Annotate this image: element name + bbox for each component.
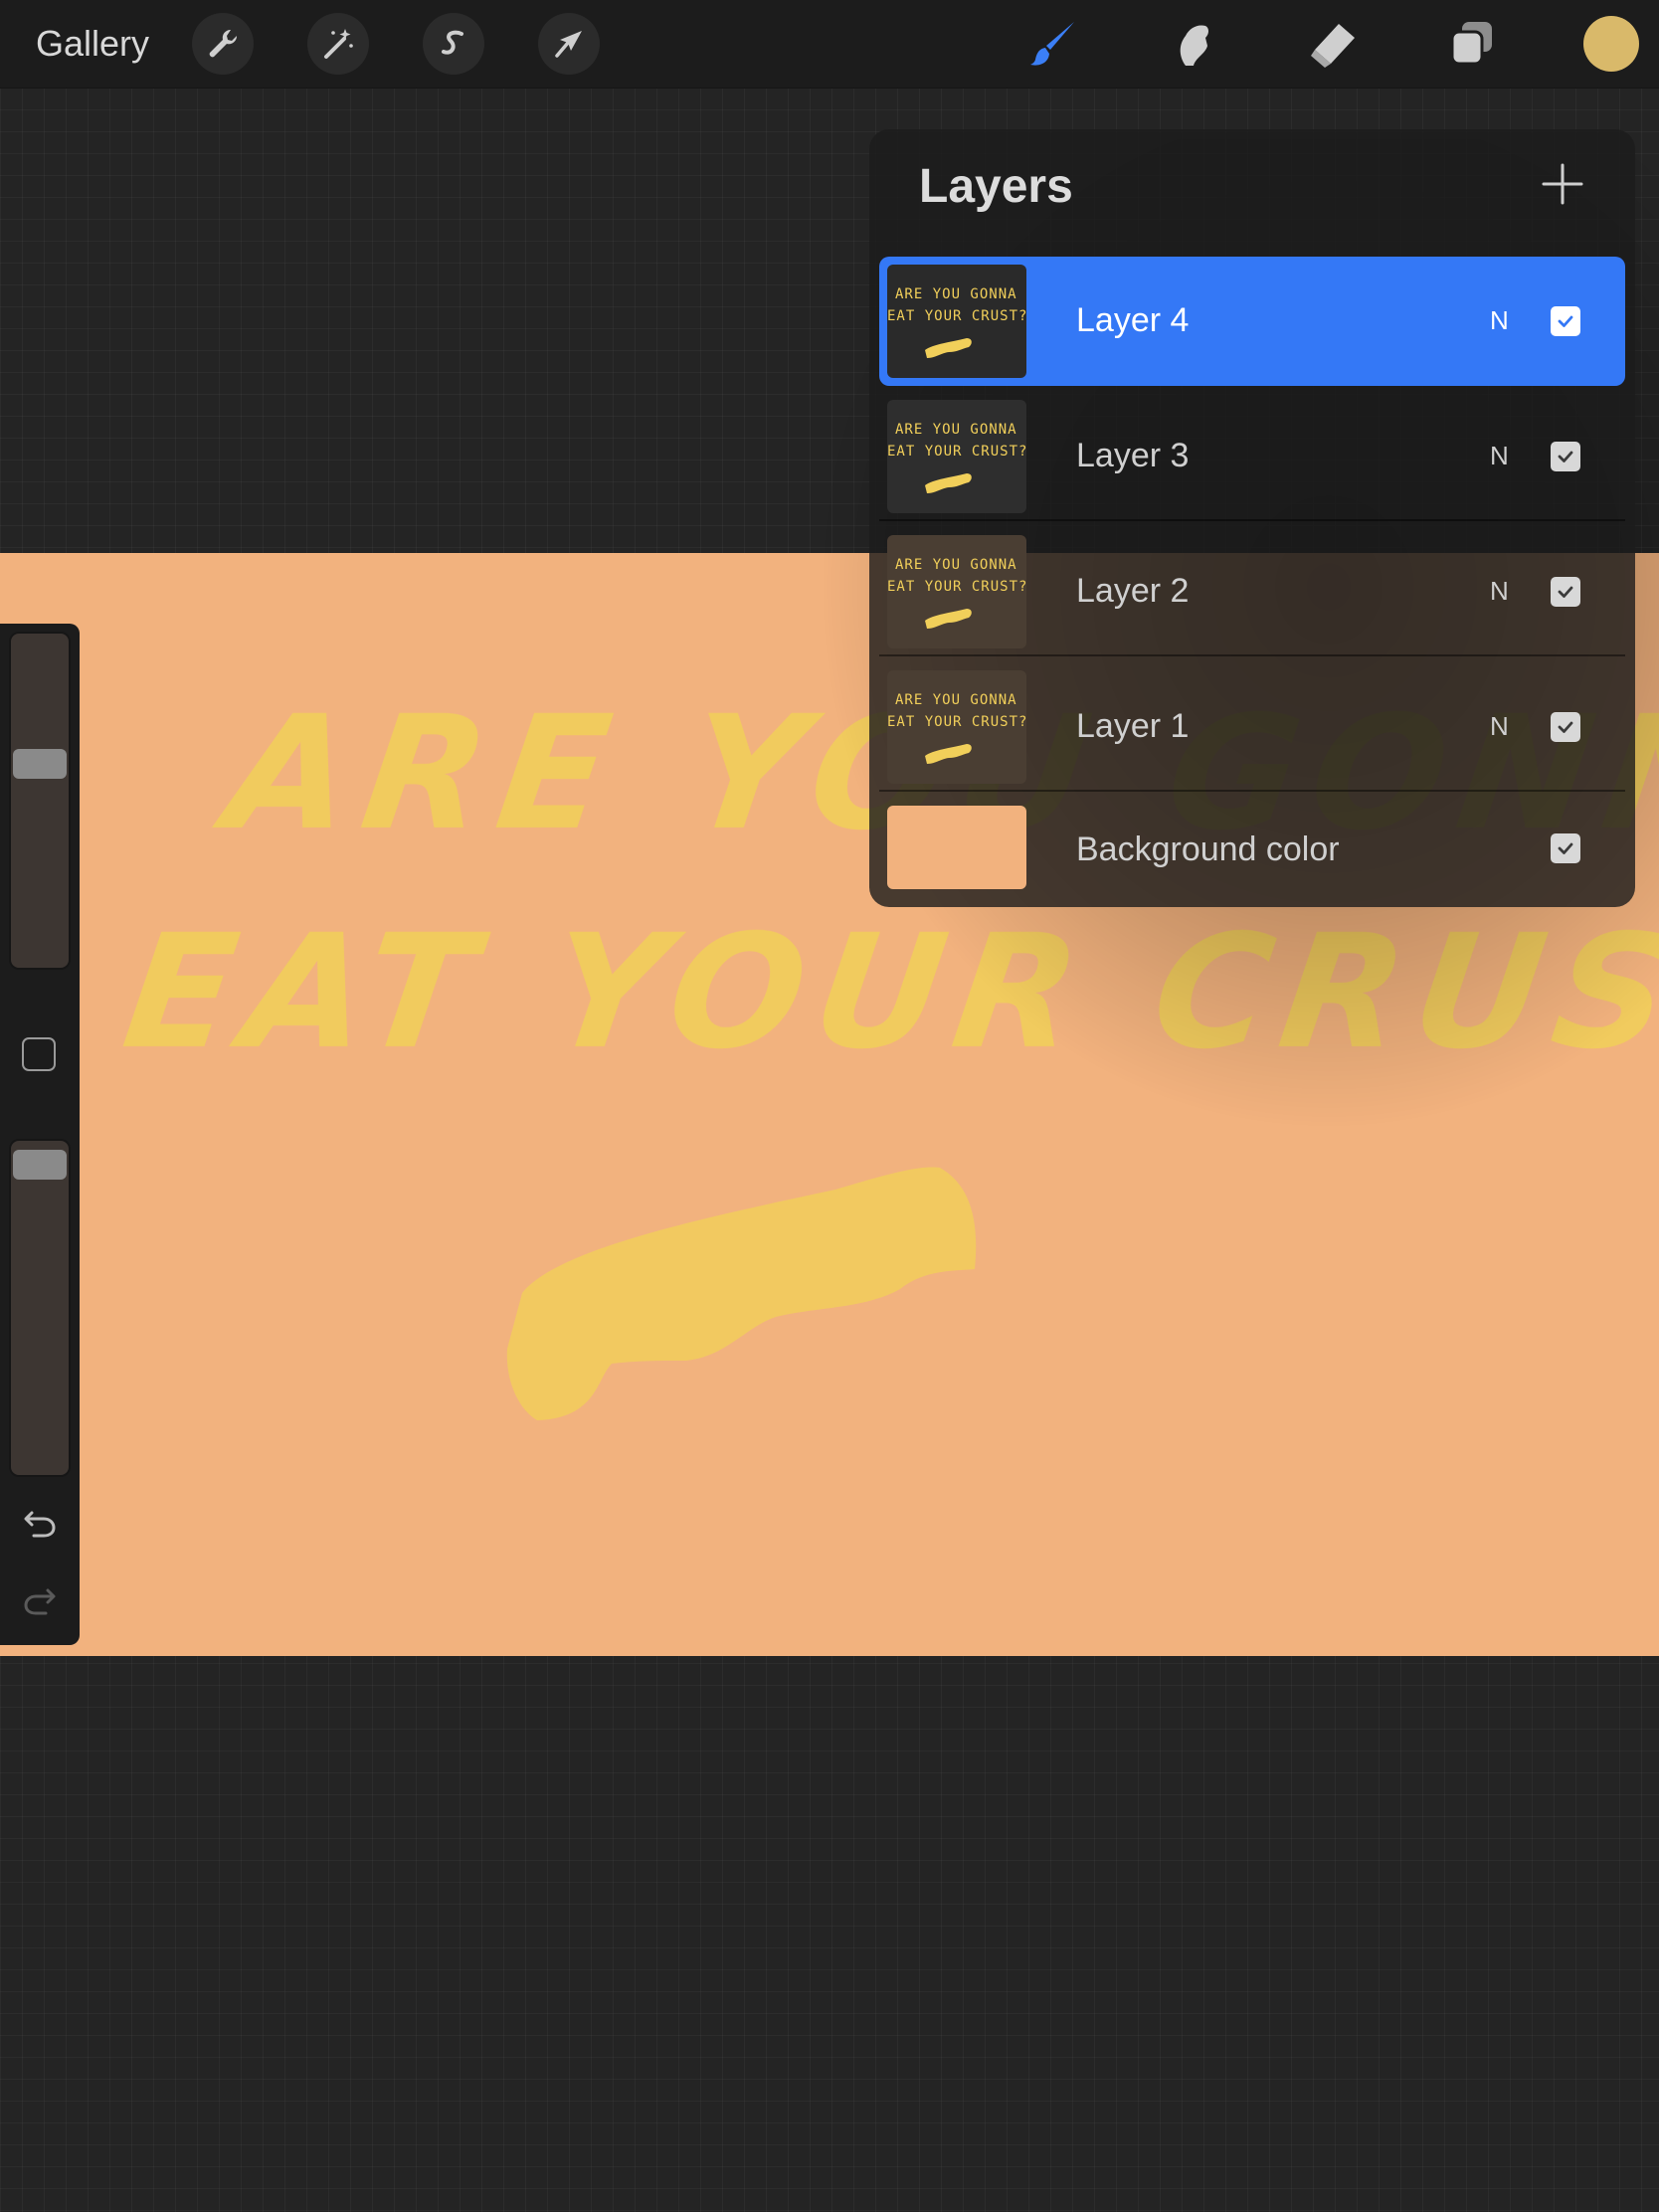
undo-icon [24,1511,56,1538]
layers-tool-button[interactable] [1442,14,1502,74]
layer-row[interactable]: ARE YOU GONNA EAT YOUR CRUST? Layer 2 N [879,527,1625,656]
selection-button[interactable] [423,13,484,75]
thumbnail-text-line-1: ARE YOU GONNA [895,286,1017,302]
eraser-tool-button[interactable] [1303,14,1363,74]
modify-button[interactable] [22,1037,56,1071]
opacity-slider[interactable] [9,1139,71,1477]
layer-thumbnail[interactable]: ARE YOU GONNA EAT YOUR CRUST? [887,670,1026,784]
transform-button[interactable] [538,13,600,75]
gallery-button[interactable]: Gallery [36,22,149,66]
brush-size-thumb[interactable] [13,749,67,779]
thumbnail-text-line-2: EAT YOUR CRUST? [887,308,1026,324]
layer-thumbnail[interactable]: ARE YOU GONNA EAT YOUR CRUST? [887,400,1026,513]
blend-mode-button[interactable]: N [1490,304,1509,336]
layer-name: Layer 3 [1076,437,1190,474]
thumbnail-text-line-1: ARE YOU GONNA [895,557,1017,573]
brush-size-slider[interactable] [9,632,71,970]
layer-name: Layer 2 [1076,572,1190,610]
smudge-icon [1180,25,1208,66]
brush-icon [1030,22,1074,66]
transform-arrow-icon [555,31,582,58]
magic-wand-icon [324,29,353,59]
thumbnail-text-line-2: EAT YOUR CRUST? [887,579,1026,595]
layers-title: Layers [919,160,1073,213]
thumbnail-paint-stroke [925,744,972,764]
layer-thumbnail-art: ARE YOU GONNA EAT YOUR CRUST? [887,557,1026,629]
eraser-icon [1311,24,1355,68]
blend-mode-button[interactable]: N [1490,575,1509,607]
blend-mode-button[interactable]: N [1490,440,1509,471]
background-color-swatch[interactable] [887,806,1026,889]
checkmark-icon [1558,721,1573,733]
checkmark-icon [1558,315,1573,327]
layer-name: Layer 4 [1076,301,1190,339]
layers-icon [1450,22,1492,66]
thumbnail-text-line-2: EAT YOUR CRUST? [887,714,1026,730]
thumbnail-text-line-2: EAT YOUR CRUST? [887,444,1026,460]
opacity-thumb[interactable] [13,1150,67,1180]
layer-thumbnail[interactable]: ARE YOU GONNA EAT YOUR CRUST? [887,265,1026,378]
layer-name: Layer 1 [1076,707,1190,745]
redo-button[interactable] [20,1580,60,1620]
layers-panel: Layers ARE YOU GONNA EAT YOUR CRUST? Layer… [869,129,1635,907]
thumbnail-paint-stroke [925,338,972,358]
procreate-app: ARE YOU GONNA EAT YOUR CRUST? Gallery [0,0,1659,2212]
adjustments-button[interactable] [307,13,369,75]
checkmark-icon [1558,842,1573,854]
add-layer-button[interactable] [1536,157,1589,211]
layer-row[interactable]: ARE YOU GONNA EAT YOUR CRUST? Layer 3 N [879,392,1625,521]
background-layer-name: Background color [1076,830,1340,868]
layer-row[interactable]: ARE YOU GONNA EAT YOUR CRUST? Layer 4 N [879,257,1625,386]
selection-s-icon [442,30,463,55]
brush-tool-button[interactable] [1024,14,1084,74]
layer-visibility-checkbox[interactable] [1551,577,1580,607]
thumbnail-paint-stroke [925,609,972,629]
layer-thumbnail-art: ARE YOU GONNA EAT YOUR CRUST? [887,286,1026,358]
color-picker-button[interactable] [1583,16,1639,72]
actions-button[interactable] [192,13,254,75]
redo-icon [24,1588,56,1615]
background-color-layer[interactable]: Background color [879,798,1625,897]
smudge-tool-button[interactable] [1164,14,1223,74]
left-sidebar [0,624,80,1645]
top-toolbar: Gallery [0,0,1659,89]
thumbnail-text-line-1: ARE YOU GONNA [895,692,1017,708]
background-visibility-checkbox[interactable] [1551,833,1580,863]
plus-icon [1542,163,1583,205]
thumbnail-text-line-1: ARE YOU GONNA [895,422,1017,438]
thumbnail-paint-stroke [925,473,972,493]
checkmark-icon [1558,586,1573,598]
layer-row[interactable]: ARE YOU GONNA EAT YOUR CRUST? Layer 1 N [879,662,1625,792]
canvas-text-line-2: EAT YOUR CRUST? [114,902,1659,1084]
layer-visibility-checkbox[interactable] [1551,306,1580,336]
layer-thumbnail[interactable]: ARE YOU GONNA EAT YOUR CRUST? [887,535,1026,648]
blend-mode-button[interactable]: N [1490,710,1509,742]
layer-thumbnail-art: ARE YOU GONNA EAT YOUR CRUST? [887,692,1026,764]
layer-thumbnail-art: ARE YOU GONNA EAT YOUR CRUST? [887,422,1026,493]
wrench-icon [209,29,238,58]
undo-button[interactable] [20,1503,60,1543]
layer-visibility-checkbox[interactable] [1551,442,1580,471]
layer-visibility-checkbox[interactable] [1551,712,1580,742]
checkmark-icon [1558,451,1573,462]
